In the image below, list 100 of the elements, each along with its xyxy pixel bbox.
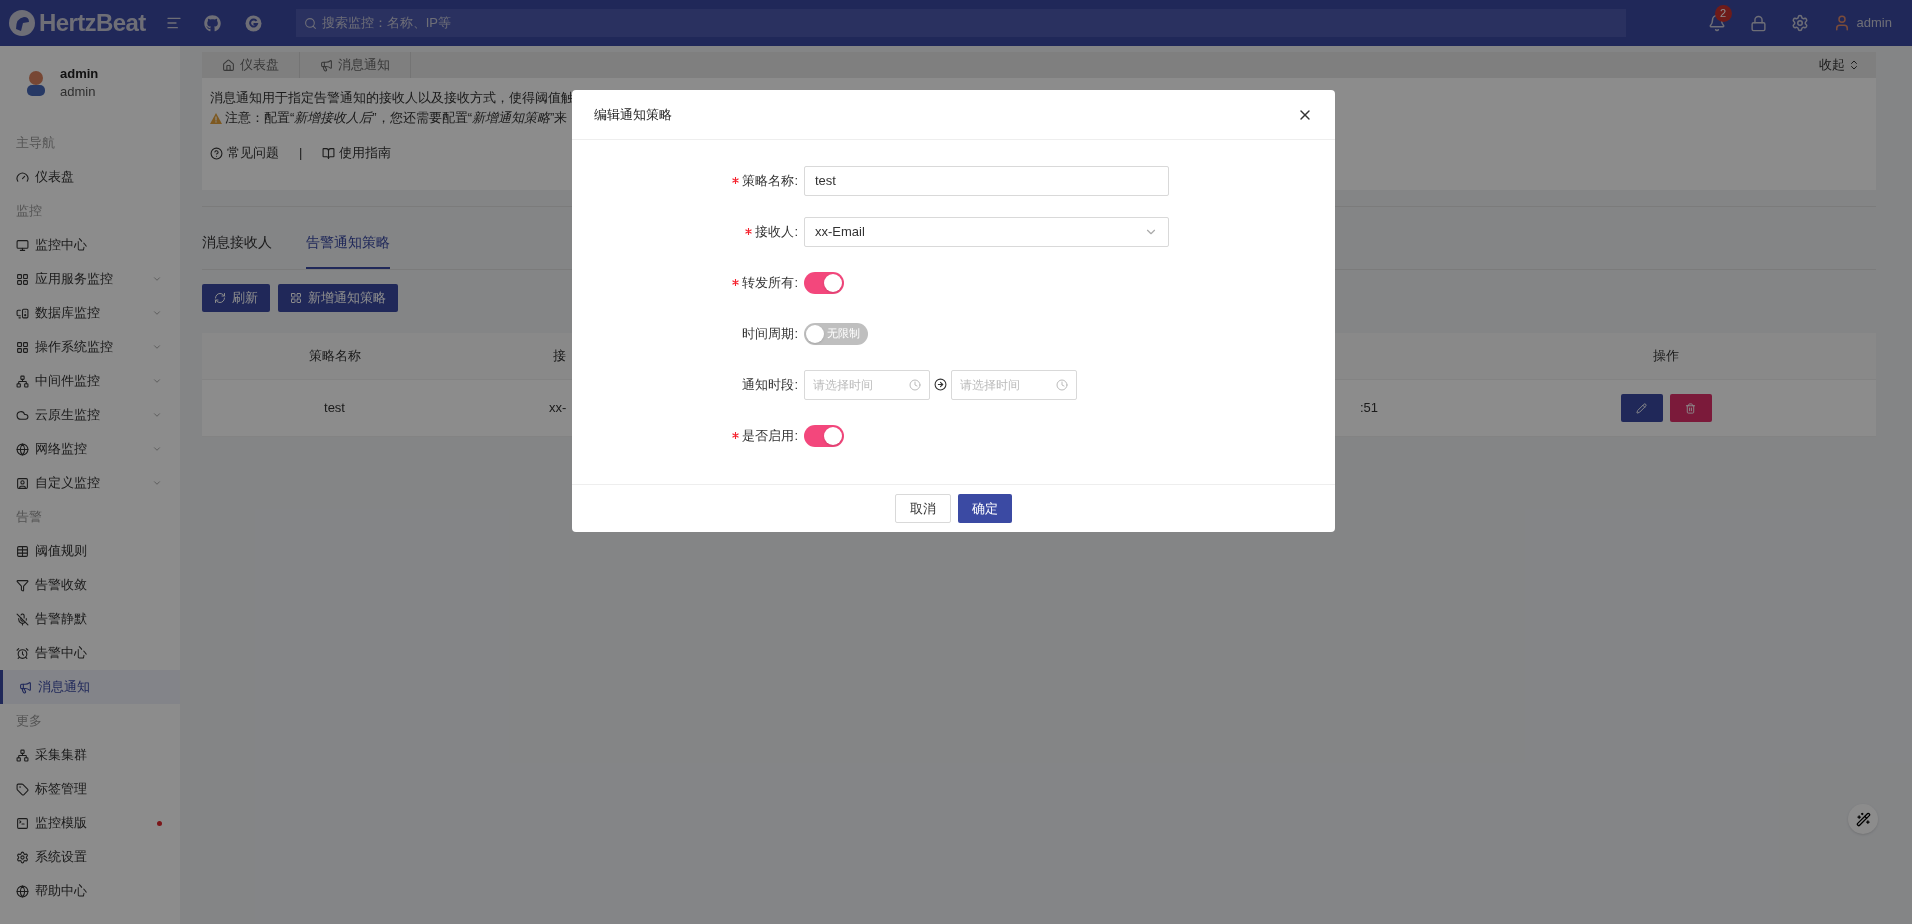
sidebar-item[interactable]: 监控中心	[0, 228, 180, 262]
delete-button[interactable]	[1669, 394, 1712, 422]
wand-icon	[1855, 811, 1871, 827]
faq-link[interactable]: 常见问题	[210, 143, 279, 163]
nav-item-icon	[16, 646, 29, 660]
sidebar-item[interactable]: 消息通知	[0, 670, 180, 704]
notification-count: 2	[1714, 5, 1732, 22]
clock-icon	[1056, 378, 1068, 391]
nav-item-icon	[16, 748, 29, 762]
clock-icon	[909, 378, 921, 391]
sidebar-item[interactable]: 告警静默	[0, 602, 180, 636]
pencil-icon	[1636, 402, 1647, 414]
sidebar-item[interactable]: 系统设置	[0, 840, 180, 874]
sidebar-item[interactable]: 标签管理	[0, 772, 180, 806]
column-header: 操作	[1653, 347, 1679, 366]
up-down-icon	[1848, 59, 1860, 71]
table-cell-text: :51	[1359, 399, 1378, 418]
guide-link[interactable]: 使用指南	[322, 143, 392, 163]
field-label: 时间周期:	[742, 324, 798, 343]
table-cell: xx-	[549, 400, 567, 416]
megaphone-icon	[320, 58, 333, 72]
nav-item-icon	[16, 578, 29, 592]
sidebar-item[interactable]: 采集集群	[0, 738, 180, 772]
tab[interactable]: 消息接收人	[202, 232, 272, 269]
book-icon	[322, 146, 336, 160]
toggle-switch[interactable]	[804, 271, 844, 294]
field-label: 接收人:	[755, 222, 798, 241]
sidebar-item[interactable]: 操作系统监控	[0, 330, 180, 364]
profile-name: admin	[60, 65, 99, 83]
settings-icon[interactable]	[1790, 14, 1809, 32]
menu-icon[interactable]	[165, 15, 182, 31]
sidebar-item[interactable]: 阈值规则	[0, 534, 180, 568]
edit-button[interactable]	[1620, 394, 1663, 422]
refresh-icon	[214, 292, 226, 304]
sidebar-item[interactable]: 数据库监控	[0, 296, 180, 330]
sidebar-item[interactable]: 帮助中心	[0, 874, 180, 908]
column-header: 接	[553, 348, 566, 364]
sidebar-item[interactable]: 应用服务监控	[0, 262, 180, 296]
avatar-icon	[24, 70, 48, 96]
nav-item-icon	[16, 408, 29, 422]
collapse-toggle[interactable]: 收起	[1819, 55, 1860, 75]
warning-icon	[210, 112, 222, 124]
nav-item-icon	[16, 272, 29, 286]
nav-item-icon	[16, 238, 29, 252]
nav-item-icon	[16, 544, 29, 558]
grid-icon	[290, 292, 302, 304]
profile-role: admin	[60, 83, 97, 101]
arrow-right-icon	[934, 378, 947, 391]
chevron-down-icon	[152, 274, 162, 284]
floating-wand-button[interactable]	[1848, 804, 1878, 834]
nav-item-icon	[16, 850, 29, 864]
field-label: 转发所有:	[742, 273, 798, 292]
github-icon[interactable]	[203, 14, 221, 32]
chevron-down-icon	[152, 342, 162, 352]
nav-item-icon	[16, 612, 29, 626]
add-policy-button[interactable]: 新增通知策略	[278, 284, 398, 312]
nav-item-icon	[16, 816, 29, 830]
field-label: 是否启用:	[742, 426, 798, 445]
sidebar-item[interactable]: 仪表盘	[0, 160, 180, 194]
nav-item-icon	[16, 374, 29, 388]
nav-item-icon	[19, 680, 32, 694]
toggle-switch[interactable]	[804, 424, 844, 447]
table-cell-text: test	[324, 399, 345, 418]
sidebar-item[interactable]: 中间件监控	[0, 364, 180, 398]
trash-icon	[1685, 402, 1696, 414]
field-label: 通知时段:	[742, 375, 798, 394]
receiver-select[interactable]: xx-Email	[804, 216, 1169, 247]
name-input[interactable]: test	[804, 165, 1169, 196]
nav-group-title: 更多	[16, 712, 42, 731]
sidebar-item[interactable]: 自定义监控	[0, 466, 180, 500]
nav-item-icon	[16, 306, 29, 320]
sidebar-item[interactable]: 告警收敛	[0, 568, 180, 602]
chevron-down-icon	[152, 376, 162, 386]
notice-text: 注意：配置“新增接收人后”，您还需要配置“新增通知策略”来	[225, 109, 568, 127]
field-label: 策略名称:	[742, 171, 798, 190]
refresh-button[interactable]: 刷新	[202, 284, 270, 312]
link-separator: |	[299, 144, 303, 162]
chevron-down-icon	[152, 410, 162, 420]
logo-icon	[8, 9, 36, 37]
lock-icon[interactable]	[1749, 14, 1767, 32]
sidebar-item[interactable]: 告警中心	[0, 636, 180, 670]
help-icon	[210, 146, 223, 160]
home-icon	[222, 58, 235, 72]
nav-item-icon	[16, 476, 29, 490]
tab[interactable]: 告警通知策略	[306, 232, 390, 269]
user-name[interactable]: admin	[1856, 13, 1892, 33]
logo-text: HertzBeat	[39, 8, 146, 38]
sidebar-item[interactable]: 网络监控	[0, 432, 180, 466]
nav-item-icon	[16, 340, 29, 354]
nav-item-icon	[16, 782, 29, 796]
cancel-button[interactable]: 取消	[895, 494, 951, 523]
confirm-button[interactable]: 确定	[958, 494, 1012, 523]
sidebar-item[interactable]: 云原生监控	[0, 398, 180, 432]
chevron-down-icon	[152, 478, 162, 488]
nav-item-icon	[16, 884, 29, 898]
sidebar-item[interactable]: 监控模版	[0, 806, 180, 840]
chevron-down-icon	[152, 308, 162, 318]
nav-item-icon	[16, 442, 29, 456]
dialog-title: 编辑通知策略	[594, 105, 672, 124]
circle-logo-icon[interactable]	[244, 14, 262, 32]
